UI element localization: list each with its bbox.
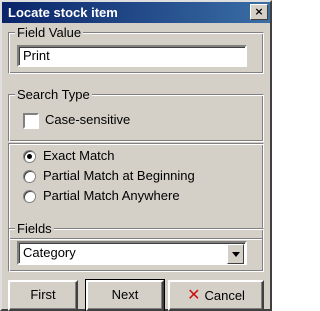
close-button[interactable]: × (250, 4, 268, 20)
close-icon: × (254, 5, 264, 18)
exact-match-label[interactable]: Exact Match (43, 148, 115, 163)
first-button[interactable]: First (8, 280, 78, 311)
fields-dropdown[interactable]: Category (17, 241, 247, 265)
cancel-x-icon: ✕ (187, 285, 201, 304)
case-sensitive-checkbox[interactable] (23, 113, 39, 129)
partial-match-beginning-radio[interactable] (23, 170, 36, 183)
partial-match-beginning-label[interactable]: Partial Match at Beginning (43, 168, 195, 183)
search-type-legend: Search Type (15, 87, 92, 102)
title-bar[interactable]: Locate stock item × (2, 2, 270, 23)
partial-match-anywhere-label[interactable]: Partial Match Anywhere (43, 188, 180, 203)
fields-group: Fields Category (8, 221, 264, 272)
first-button-label: First (30, 287, 56, 302)
case-sensitive-label[interactable]: Case-sensitive (45, 112, 130, 127)
field-value-group: Field Value Print (8, 25, 264, 74)
field-value-input[interactable]: Print (17, 45, 247, 67)
cancel-button-label: Cancel (204, 288, 245, 303)
fields-legend: Fields (15, 221, 54, 236)
cancel-button[interactable]: ✕ Cancel (168, 280, 264, 311)
next-button[interactable]: Next (85, 279, 165, 311)
field-value-legend: Field Value (15, 25, 84, 40)
chevron-down-icon[interactable] (227, 244, 244, 264)
next-button-label: Next (111, 287, 139, 302)
partial-match-anywhere-radio[interactable] (23, 190, 36, 203)
exact-match-radio[interactable] (23, 150, 36, 163)
fields-selected-value: Category (23, 245, 76, 260)
dialog-title: Locate stock item (8, 5, 118, 20)
search-type-group: Search Type Case-sensitive (8, 87, 264, 142)
locate-stock-item-dialog: Locate stock item × Field Value Print Se… (0, 0, 272, 311)
